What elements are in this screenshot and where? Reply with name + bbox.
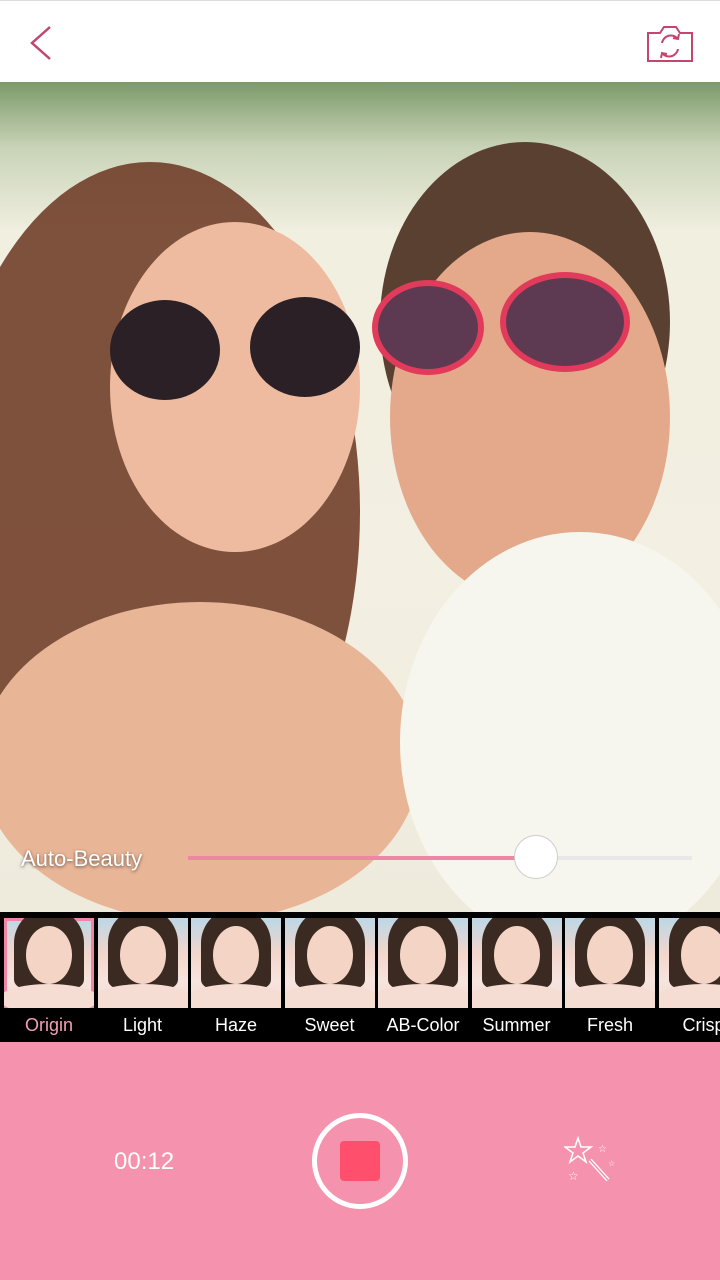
slider-fill <box>188 856 536 860</box>
camera-preview[interactable] <box>0 82 720 912</box>
magic-wand-icon[interactable]: ☆☆☆ <box>564 1136 618 1186</box>
stop-icon <box>340 1141 380 1181</box>
filter-fresh[interactable]: Fresh <box>565 918 655 1042</box>
filter-thumbnail <box>471 918 562 1008</box>
back-chevron-left-icon[interactable] <box>22 19 66 67</box>
filter-light[interactable]: Light <box>97 918 188 1042</box>
filter-summer[interactable]: Summer <box>471 918 562 1042</box>
filter-label: Haze <box>214 1015 258 1035</box>
filter-label: Crisp <box>682 1015 720 1035</box>
filter-crisp[interactable]: Crisp <box>658 918 720 1042</box>
filter-thumbnail <box>4 918 94 1008</box>
auto-beauty-label: Auto-Beauty <box>21 846 143 871</box>
filter-thumbnail <box>97 918 188 1008</box>
auto-beauty-slider[interactable] <box>188 835 692 879</box>
filter-label: Fresh <box>586 1015 633 1035</box>
filter-label: Sweet <box>304 1015 355 1035</box>
filter-ab-color[interactable]: AB-Color <box>378 918 468 1042</box>
svg-text:☆: ☆ <box>598 1144 607 1155</box>
svg-text:☆: ☆ <box>608 1159 615 1168</box>
svg-text:☆: ☆ <box>568 1169 579 1183</box>
filter-label: Light <box>122 1015 163 1035</box>
record-stop-button[interactable] <box>312 1113 408 1209</box>
filter-origin[interactable]: Origin <box>4 918 94 1042</box>
top-bar <box>0 0 720 82</box>
filter-thumbnail <box>658 918 720 1008</box>
filter-haze[interactable]: Haze <box>191 918 281 1042</box>
filter-label: AB-Color <box>386 1015 460 1035</box>
filter-thumbnail <box>378 918 468 1008</box>
filter-thumbnail <box>565 918 655 1008</box>
filter-thumbnail <box>191 918 281 1008</box>
camera-switch-icon[interactable] <box>644 21 696 65</box>
filter-label: Summer <box>482 1015 551 1035</box>
filter-sweet[interactable]: Sweet <box>284 918 375 1042</box>
filter-thumbnail <box>284 918 375 1008</box>
recording-timer: 00:12 <box>114 1148 175 1175</box>
filter-label: Origin <box>24 1015 73 1035</box>
slider-thumb[interactable] <box>513 835 558 879</box>
filter-strip[interactable]: Origin Light Haze Sweet AB-Color Summer Fresh C… <box>0 912 720 1042</box>
